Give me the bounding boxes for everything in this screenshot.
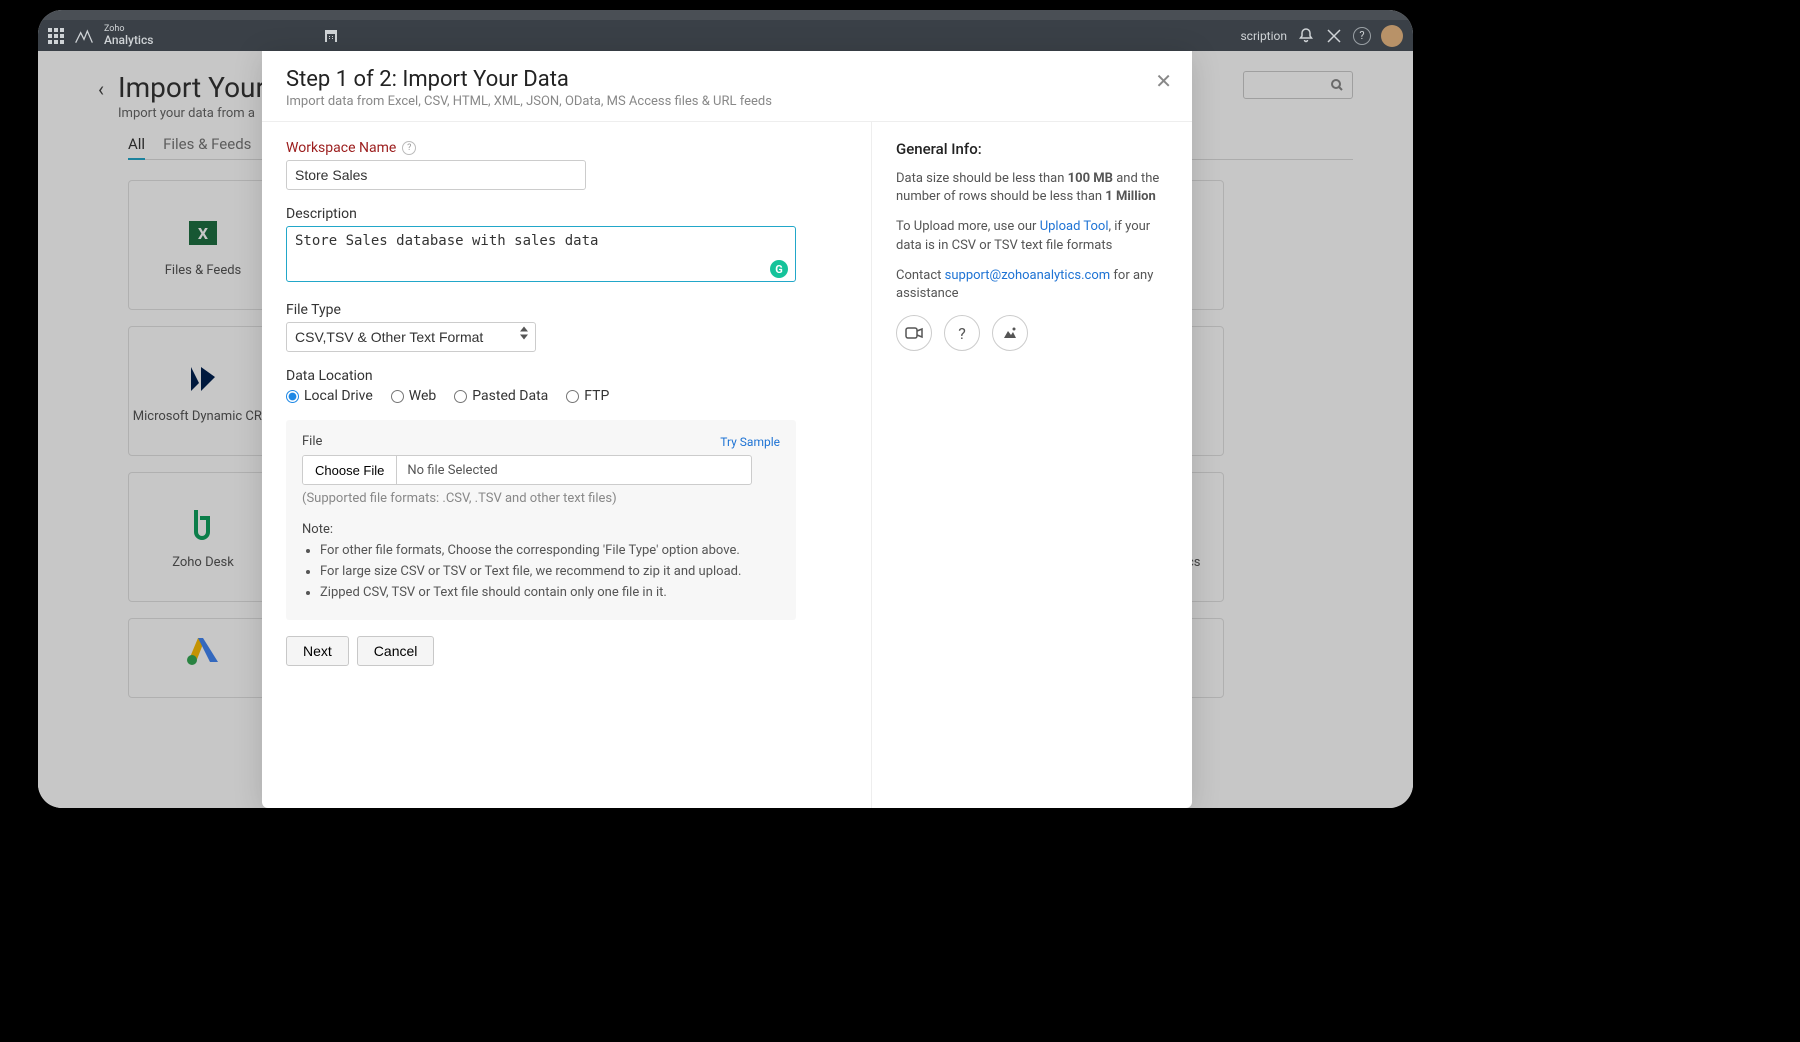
filetype-select[interactable] bbox=[286, 322, 536, 352]
app-switcher-icon[interactable] bbox=[48, 28, 64, 44]
note-title: Note: bbox=[302, 522, 780, 537]
bell-icon[interactable] bbox=[1297, 27, 1315, 45]
zoho-analytics-logo-icon bbox=[74, 27, 94, 45]
file-status: No file Selected bbox=[397, 463, 507, 478]
import-modal: Step 1 of 2: Import Your Data Import dat… bbox=[262, 51, 1192, 808]
filetype-label: File Type bbox=[286, 302, 847, 318]
video-help-icon[interactable] bbox=[896, 315, 932, 351]
modal-title: Step 1 of 2: Import Your Data bbox=[286, 67, 1168, 92]
note-item: For large size CSV or TSV or Text file, … bbox=[320, 564, 780, 579]
image-help-icon[interactable] bbox=[992, 315, 1028, 351]
info-p3: Contact support@zohoanalytics.com for an… bbox=[896, 267, 1168, 303]
info-title: General Info: bbox=[896, 140, 1168, 158]
radio-local-drive[interactable]: Local Drive bbox=[286, 388, 373, 404]
workspace-name-input[interactable] bbox=[286, 160, 586, 190]
try-sample-link[interactable]: Try Sample bbox=[720, 435, 780, 449]
note-item: Zipped CSV, TSV or Text file should cont… bbox=[320, 585, 780, 600]
cancel-button[interactable]: Cancel bbox=[357, 636, 435, 666]
note-item: For other file formats, Choose the corre… bbox=[320, 543, 780, 558]
description-label: Description bbox=[286, 206, 847, 222]
radio-web[interactable]: Web bbox=[391, 388, 437, 404]
file-label: File bbox=[302, 434, 322, 449]
dataloc-label: Data Location bbox=[286, 368, 847, 384]
question-help-icon[interactable]: ? bbox=[944, 315, 980, 351]
supported-formats: (Supported file formats: .CSV, .TSV and … bbox=[302, 491, 780, 506]
close-icon[interactable]: ✕ bbox=[1155, 69, 1172, 93]
next-button[interactable]: Next bbox=[286, 636, 349, 666]
brand-name: Zoho Analytics bbox=[104, 25, 153, 46]
info-p2: To Upload more, use our Upload Tool, if … bbox=[896, 218, 1168, 254]
grammarly-icon[interactable]: G bbox=[770, 260, 788, 278]
support-email-link[interactable]: support@zohoanalytics.com bbox=[945, 268, 1110, 283]
topbar: Zoho Analytics scription ? bbox=[38, 20, 1413, 51]
info-p1: Data size should be less than 100 MB and… bbox=[896, 170, 1168, 206]
help-icon[interactable]: ? bbox=[402, 141, 416, 155]
workspace-name-label: Workspace Name? bbox=[286, 140, 847, 156]
help-icon[interactable]: ? bbox=[1353, 27, 1371, 45]
description-input[interactable] bbox=[286, 226, 796, 282]
tools-icon[interactable] bbox=[1325, 27, 1343, 45]
building-icon[interactable] bbox=[323, 28, 339, 44]
radio-pasted-data[interactable]: Pasted Data bbox=[454, 388, 548, 404]
upload-tool-link[interactable]: Upload Tool bbox=[1040, 219, 1109, 234]
subscription-link[interactable]: scription bbox=[1240, 29, 1287, 43]
avatar[interactable] bbox=[1381, 25, 1403, 47]
file-panel: File Try Sample Choose File No file Sele… bbox=[286, 420, 796, 620]
choose-file-button[interactable]: Choose File bbox=[303, 456, 397, 484]
modal-subtitle: Import data from Excel, CSV, HTML, XML, … bbox=[286, 94, 1168, 109]
radio-ftp[interactable]: FTP bbox=[566, 388, 609, 404]
